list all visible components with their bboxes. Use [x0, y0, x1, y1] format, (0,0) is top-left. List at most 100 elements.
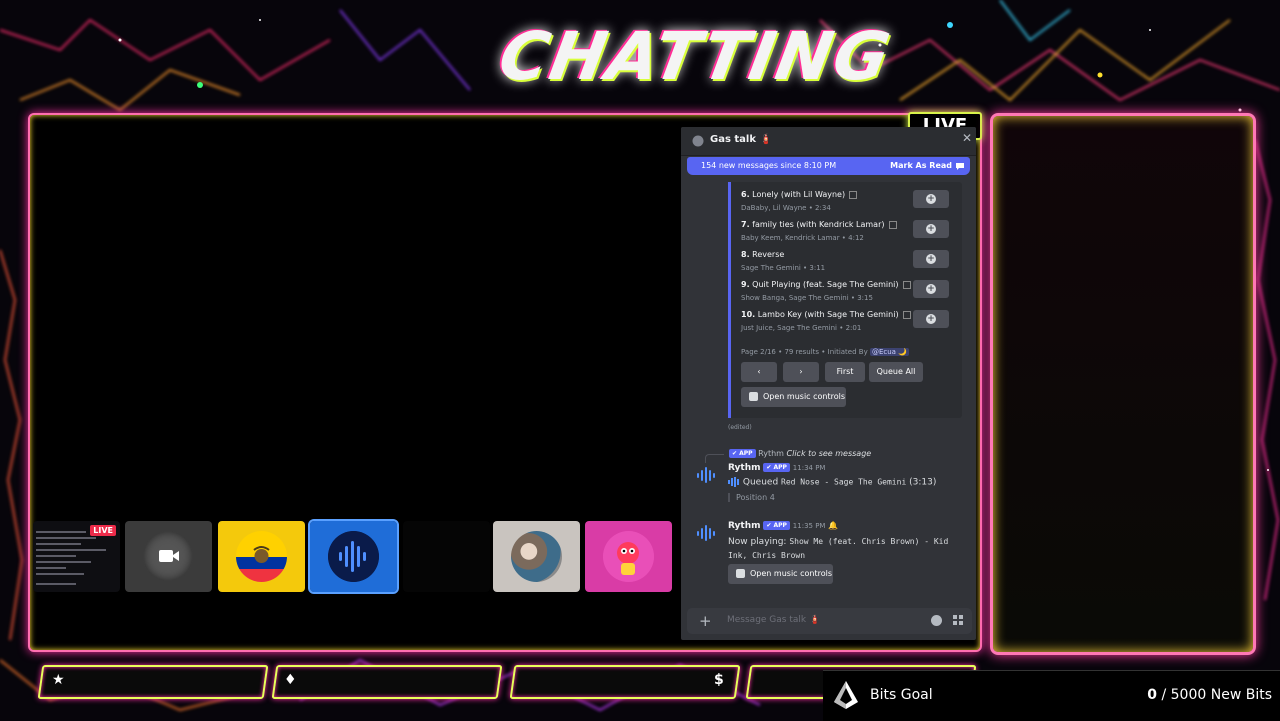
username[interactable]: Rythm	[728, 521, 760, 531]
timestamp: 11:35 PM	[792, 522, 826, 530]
explicit-icon	[902, 310, 911, 319]
add-track-button[interactable]: +	[913, 220, 949, 238]
participant-tile-rythm[interactable]	[308, 519, 399, 594]
plus-icon: +	[926, 224, 936, 234]
camera-icon	[159, 550, 179, 562]
ecuador-flag-icon	[236, 531, 287, 582]
app-tag: ✔ APP	[763, 463, 790, 472]
new-messages-banner[interactable]: 154 new messages since 8:10 PM Mark As R…	[687, 157, 970, 175]
open-music-controls-button[interactable]: Open music controls	[728, 564, 833, 584]
bell-icon: 🔔	[828, 521, 839, 530]
track-row: 7. family ties (with Kendrick Lamar) Bab…	[741, 220, 951, 248]
avatar	[511, 531, 562, 582]
message-composer[interactable]: + Message Gas talk 🧯	[687, 608, 972, 634]
track-artist: Baby Keem, Kendrick Lamar • 4:12	[741, 234, 864, 242]
search-results-embed: 6. Lonely (with Lil Wayne) DaBaby, Lil W…	[728, 182, 962, 418]
add-track-button[interactable]: +	[913, 250, 949, 268]
explicit-icon	[849, 190, 858, 199]
bits-goal-progress: 0 / 5000 New Bits	[1147, 687, 1272, 703]
queued-duration: (3:13)	[909, 477, 937, 488]
rythm-avatar-icon[interactable]	[694, 521, 718, 545]
username[interactable]: Rythm	[728, 463, 760, 473]
mark-as-read-button[interactable]: Mark As Read	[890, 157, 952, 175]
chat-header: Gas talk 🧯 ✕	[681, 127, 976, 156]
first-page-button[interactable]: First	[825, 362, 865, 382]
reply-reference[interactable]: ✔ APP Rythm Click to see message	[729, 449, 871, 458]
track-artist: Sage The Gemini • 3:11	[741, 264, 826, 272]
bits-gem-icon	[834, 681, 858, 709]
add-attachment-icon[interactable]: +	[699, 612, 712, 630]
track-artist: Show Banga, Sage The Gemini • 3:15	[741, 294, 873, 302]
track-row: 6. Lonely (with Lil Wayne) DaBaby, Lil W…	[741, 190, 951, 218]
plus-icon: +	[926, 314, 936, 324]
track-title: 7. family ties (with Kendrick Lamar)	[741, 220, 897, 229]
track-title: 8. Reverse	[741, 250, 785, 259]
participant-tile-camera[interactable]	[125, 521, 212, 592]
queue-all-button[interactable]: Queue All	[869, 362, 923, 382]
music-controls-icon	[736, 569, 745, 578]
apps-icon[interactable]	[953, 615, 964, 626]
mark-read-icon	[956, 163, 964, 170]
track-title: 9. Quit Playing (feat. Sage The Gemini)	[741, 280, 911, 289]
track-row: 10. Lambo Key (with Sage The Gemini) Jus…	[741, 310, 951, 338]
queue-position: Position 4	[728, 493, 775, 502]
message-header: Rythm ✔ APP 11:35 PM 🔔	[728, 521, 838, 531]
app-tag: ✔ APP	[763, 521, 790, 530]
chat-bubble-icon	[692, 135, 704, 147]
prev-page-button[interactable]: ‹	[741, 362, 777, 382]
rythm-avatar-icon[interactable]	[694, 463, 718, 487]
open-music-controls-button[interactable]: Open music controls	[741, 387, 846, 407]
mini-live-badge: LIVE	[90, 525, 116, 536]
reply-connector	[705, 454, 724, 463]
participant-tile-pink[interactable]	[585, 521, 672, 592]
edited-label: (edited)	[728, 424, 752, 431]
queued-label: Queued	[742, 477, 779, 488]
next-page-button[interactable]: ›	[783, 362, 819, 382]
track-artist: Just Juice, Sage The Gemini • 2:01	[741, 324, 862, 332]
emoji-icon[interactable]	[931, 615, 942, 626]
add-track-button[interactable]: +	[913, 190, 949, 208]
diamond-icon: ♦	[284, 672, 297, 688]
explicit-icon	[888, 220, 897, 229]
music-controls-icon	[749, 392, 758, 401]
channel-name: Gas talk 🧯	[710, 134, 772, 145]
bits-goal-widget: Bits Goal 0 / 5000 New Bits	[823, 670, 1280, 721]
participant-tile-photo[interactable]	[493, 521, 580, 592]
pagination-info: Page 2/16 • 79 results • Initiated By @E…	[741, 348, 909, 356]
reply-text: Click to see message	[786, 449, 872, 458]
side-frame	[990, 113, 1256, 655]
track-row: 8. Reverse Sage The Gemini • 3:11 +	[741, 250, 951, 278]
track-title: 10. Lambo Key (with Sage The Gemini)	[741, 310, 911, 319]
add-track-button[interactable]: +	[913, 310, 949, 328]
participant-tile-dark[interactable]	[403, 521, 490, 592]
user-mention[interactable]: @Ecua 🌙	[869, 348, 909, 356]
message-body: Queued Red Nose - Sage The Gemini (3:13)	[728, 477, 936, 488]
track-title: 6. Lonely (with Lil Wayne)	[741, 190, 858, 199]
dollar-icon: $	[714, 672, 724, 688]
message-header: Rythm ✔ APP 11:34 PM	[728, 463, 825, 473]
track-artist: DaBaby, Lil Wayne • 2:34	[741, 204, 831, 212]
participant-tile-chatlog[interactable]: LIVE	[33, 521, 120, 592]
new-messages-text: 154 new messages since 8:10 PM	[701, 161, 837, 170]
bottom-slot-1	[37, 665, 269, 699]
queued-song: Red Nose - Sage The Gemini	[781, 477, 907, 487]
now-playing-text: Now playing: Show Me (feat. Chris Brown)…	[728, 537, 949, 560]
track-row: 9. Quit Playing (feat. Sage The Gemini) …	[741, 280, 951, 308]
plus-icon: +	[926, 194, 936, 204]
bits-goal-label: Bits Goal	[870, 687, 933, 703]
reply-user: Rythm	[758, 449, 784, 458]
app-tag: ✔ APP	[729, 449, 756, 458]
close-icon[interactable]: ✕	[962, 131, 972, 145]
add-track-button[interactable]: +	[913, 280, 949, 298]
timestamp: 11:34 PM	[792, 464, 826, 472]
bottom-slot-2	[271, 665, 503, 699]
explicit-icon	[902, 280, 911, 289]
participant-tile-flag[interactable]	[218, 521, 305, 592]
discord-chat-panel: Gas talk 🧯 ✕ 154 new messages since 8:10…	[681, 127, 976, 640]
message-input[interactable]: Message Gas talk 🧯	[727, 615, 820, 625]
bottom-slot-3	[509, 665, 741, 699]
plus-icon: +	[926, 254, 936, 264]
sound-wave-icon	[728, 477, 739, 487]
plus-icon: +	[926, 284, 936, 294]
star-icon: ★	[52, 672, 65, 688]
